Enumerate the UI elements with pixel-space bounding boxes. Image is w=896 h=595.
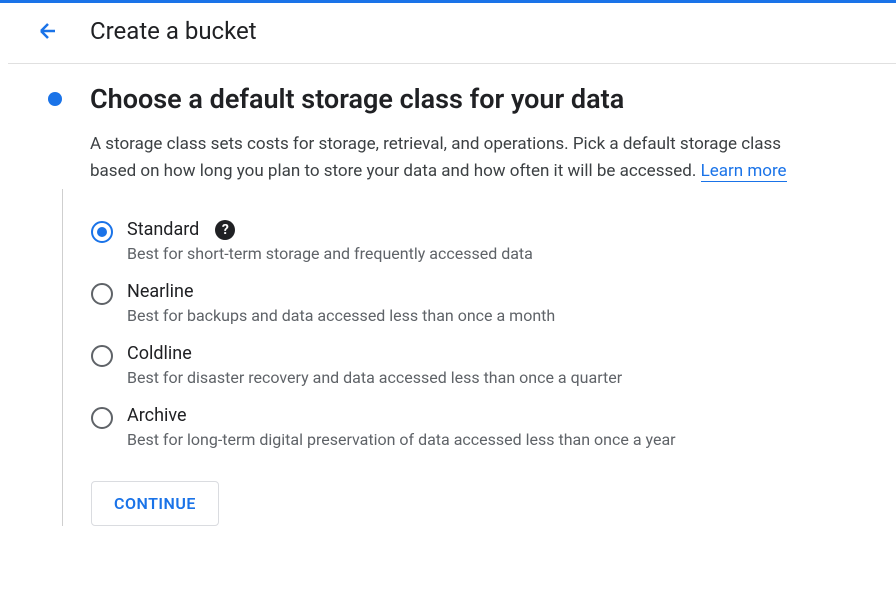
radio-option-coldline[interactable]: Coldline Best for disaster recovery and … (91, 343, 826, 387)
radio-content: Archive Best for long-term digital prese… (127, 405, 826, 449)
learn-more-link[interactable]: Learn more (701, 161, 787, 182)
radio-description: Best for long-term digital preservation … (127, 430, 826, 449)
radio-content: Standard ? Best for short-term storage a… (127, 219, 826, 263)
radio-icon (91, 221, 113, 243)
radio-option-standard[interactable]: Standard ? Best for short-term storage a… (91, 219, 826, 263)
radio-label-row: Coldline (127, 343, 826, 364)
help-icon[interactable]: ? (215, 220, 235, 240)
options-group: Standard ? Best for short-term storage a… (62, 189, 826, 526)
content-area: Choose a default storage class for your … (0, 64, 896, 526)
radio-label-row: Archive (127, 405, 826, 426)
step-dot-icon (48, 92, 62, 106)
back-arrow-icon[interactable] (36, 19, 60, 43)
section-title: Choose a default storage class for your … (90, 82, 826, 117)
page-title: Create a bucket (90, 17, 257, 45)
continue-button[interactable]: Continue (91, 481, 219, 526)
main-panel: Choose a default storage class for your … (90, 82, 866, 526)
radio-icon (91, 407, 113, 429)
radio-label: Archive (127, 405, 187, 426)
radio-description: Best for short-term storage and frequent… (127, 244, 826, 263)
radio-content: Coldline Best for disaster recovery and … (127, 343, 826, 387)
radio-description: Best for disaster recovery and data acce… (127, 368, 826, 387)
radio-icon (91, 283, 113, 305)
page-header: Create a bucket (8, 3, 896, 64)
radio-option-archive[interactable]: Archive Best for long-term digital prese… (91, 405, 826, 449)
radio-label: Standard (127, 219, 199, 240)
radio-content: Nearline Best for backups and data acces… (127, 281, 826, 325)
radio-label-row: Nearline (127, 281, 826, 302)
radio-icon (91, 345, 113, 367)
radio-label-row: Standard ? (127, 219, 826, 240)
description-text: A storage class sets costs for storage, … (90, 134, 781, 181)
radio-label: Nearline (127, 281, 194, 302)
radio-option-nearline[interactable]: Nearline Best for backups and data acces… (91, 281, 826, 325)
radio-description: Best for backups and data accessed less … (127, 306, 826, 325)
radio-label: Coldline (127, 343, 192, 364)
section-description: A storage class sets costs for storage, … (90, 131, 826, 185)
